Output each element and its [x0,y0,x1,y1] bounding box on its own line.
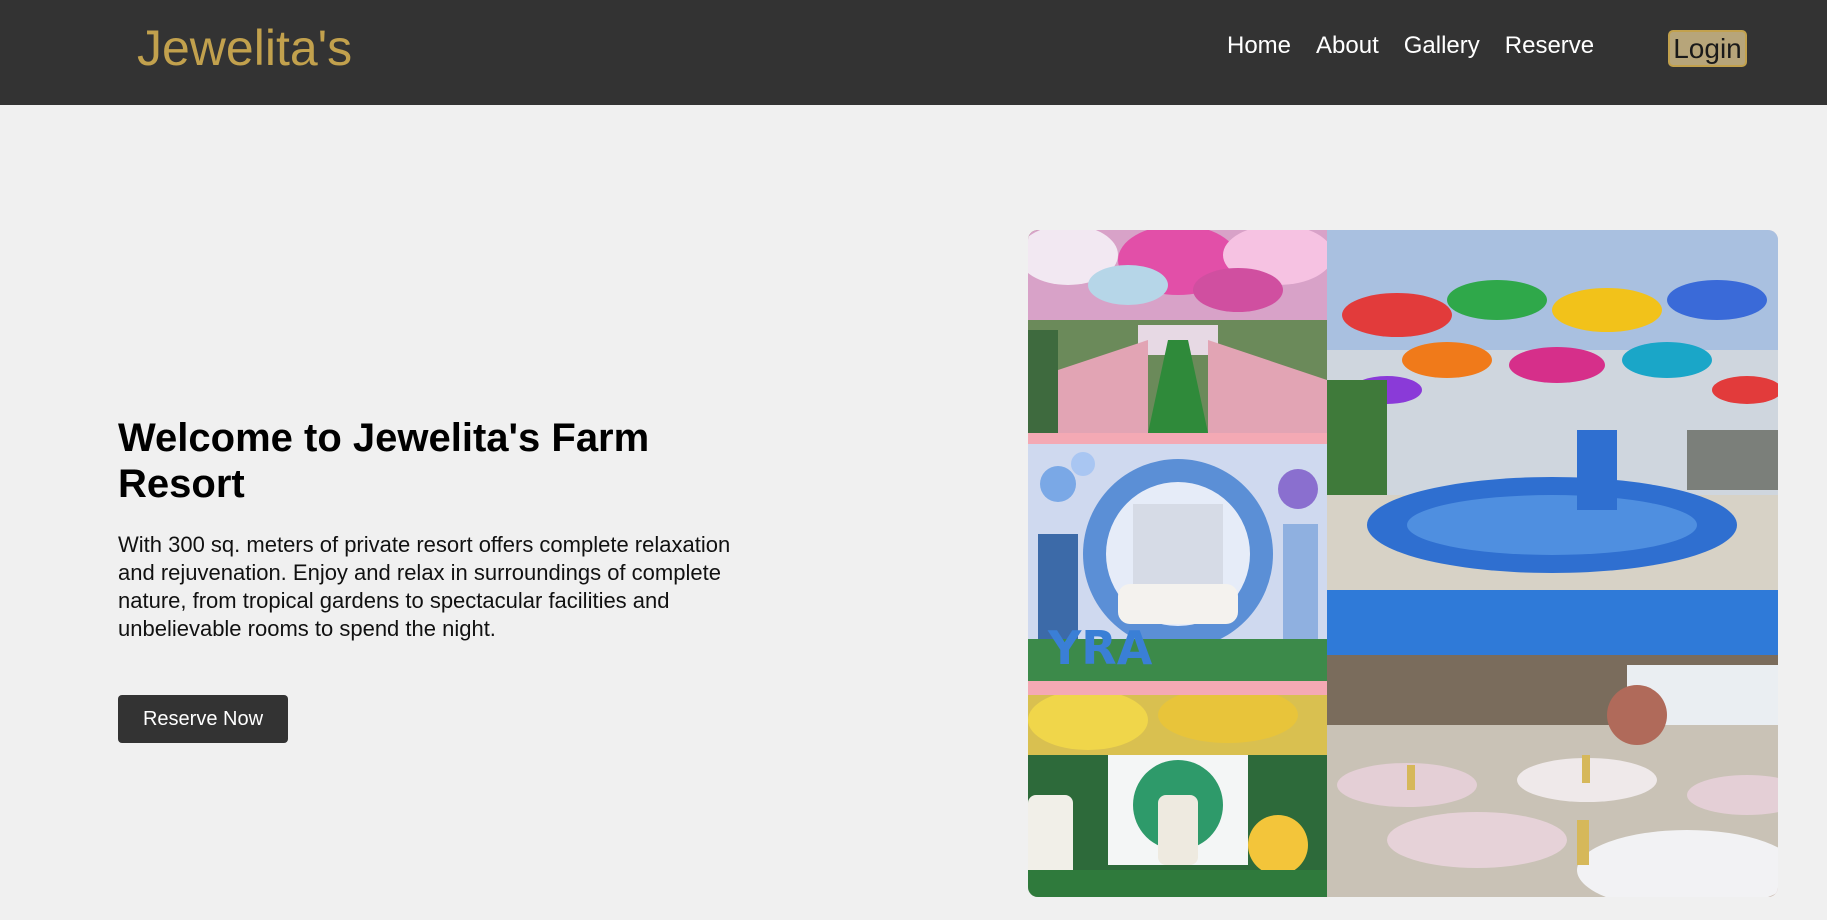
top-navbar: Jewelita's Home About Gallery Reserve Lo… [0,0,1827,105]
reserve-now-button[interactable]: Reserve Now [118,695,288,743]
brand-logo[interactable]: Jewelita's [137,20,352,76]
gallery-photo-flower-hall [1028,230,1327,433]
hero-section: Welcome to Jewelita's Farm Resort With 3… [118,415,758,643]
gallery-photo-banquet-tables [1327,655,1778,897]
gallery-photo-umbrella-pool [1327,230,1778,655]
gallery-photo-flower-stage [1028,695,1327,897]
nav-link-gallery[interactable]: Gallery [1404,31,1480,61]
nav-link-about[interactable]: About [1316,31,1379,61]
hero-title: Welcome to Jewelita's Farm Resort [118,416,650,506]
nav-link-home[interactable]: Home [1227,31,1291,61]
nav-menu: Home About Gallery Reserve [1227,31,1594,61]
gallery-photo-party-stage: YRA [1028,444,1327,681]
login-button[interactable]: Login [1668,30,1747,67]
photo-gallery: YRA [1028,230,1778,897]
nav-link-reserve[interactable]: Reserve [1505,31,1594,61]
svg-text:YRA: YRA [1047,621,1153,675]
hero-description: With 300 sq. meters of private resort of… [118,532,731,641]
